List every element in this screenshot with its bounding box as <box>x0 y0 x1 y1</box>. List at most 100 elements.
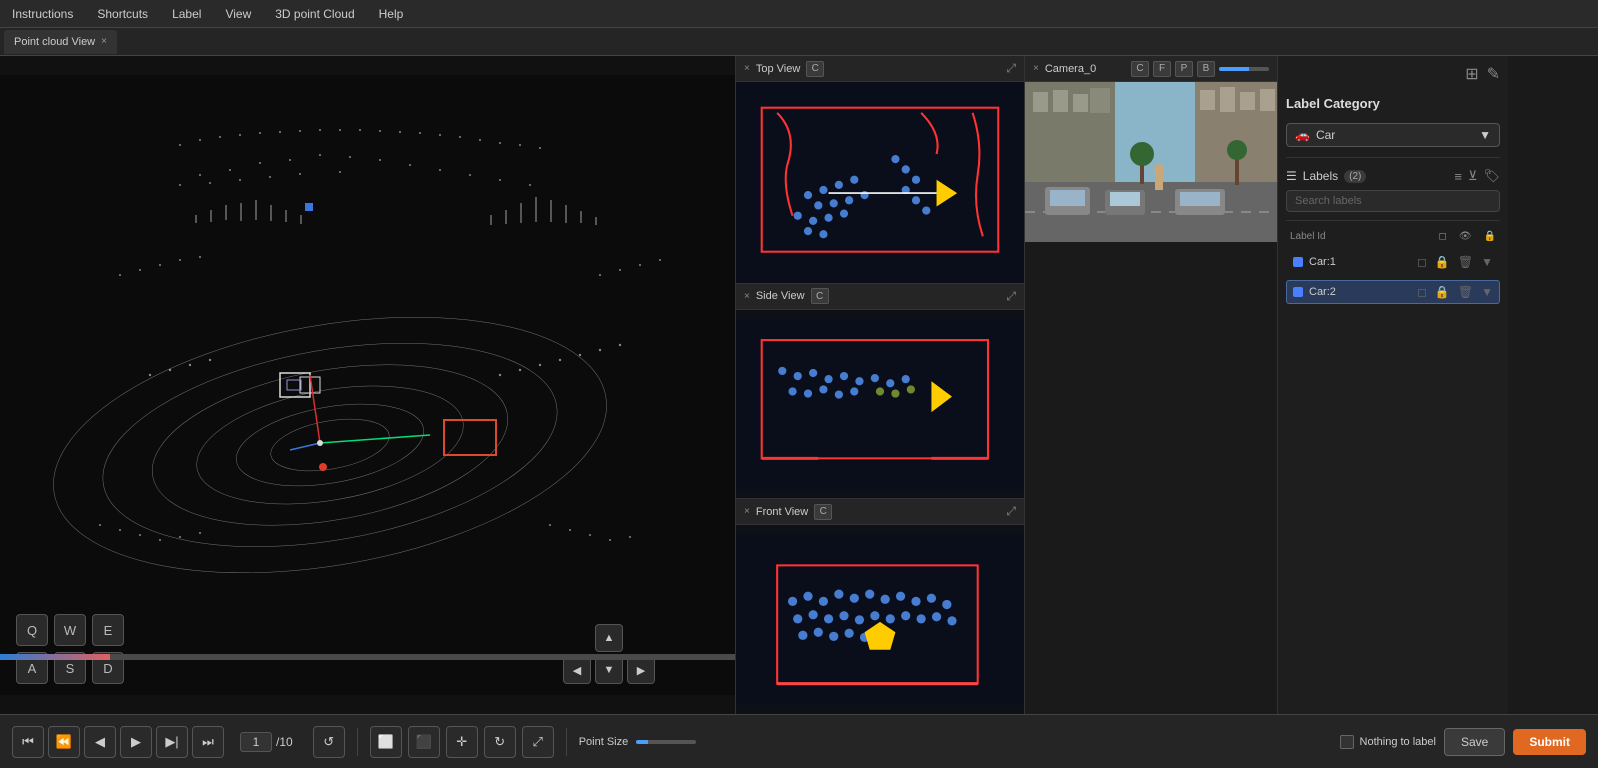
nothing-to-label-checkbox[interactable] <box>1340 735 1354 749</box>
nav-up[interactable]: ▲ <box>595 624 623 652</box>
label-list-header: Label Id ◻ 👁 🔒 <box>1286 229 1500 244</box>
front-view-header: × Front View C ⤢ <box>736 499 1024 525</box>
camera-image <box>1025 82 1277 242</box>
camera-header: × Camera_0 C F P B <box>1025 56 1277 82</box>
tab-close-icon[interactable]: × <box>101 36 107 47</box>
pc-canvas[interactable]: Q W E A S D ▲ ◀ ▼ ▶ <box>0 56 735 714</box>
skip-to-start-button[interactable]: ⏮ <box>12 726 44 758</box>
cam-btn-b[interactable]: B <box>1197 61 1215 77</box>
filter-sort-icon[interactable]: ≡ <box>1454 169 1462 184</box>
submit-button[interactable]: Submit <box>1513 729 1586 755</box>
play-prev-button[interactable]: ⏪ <box>48 726 80 758</box>
sep-2 <box>566 728 567 756</box>
settings-icon[interactable]: ⊞ <box>1465 64 1478 84</box>
main-layout: Q W E A S D ▲ ◀ ▼ ▶ <box>0 56 1598 714</box>
key-w[interactable]: W <box>54 614 86 646</box>
label-car1-hide-icon[interactable]: ◻ <box>1417 255 1427 269</box>
search-labels-input[interactable] <box>1286 190 1500 212</box>
front-view-content[interactable] <box>736 525 1024 714</box>
menu-3d-point-cloud[interactable]: 3D point Cloud <box>271 5 358 23</box>
top-view-content[interactable] <box>736 82 1024 283</box>
camera-brightness-slider[interactable] <box>1219 67 1269 71</box>
top-view-svg <box>736 82 1024 283</box>
panel-header: Label Category <box>1286 96 1500 111</box>
label-car1-delete-icon[interactable]: 🗑 <box>1458 255 1473 269</box>
front-view-badge: C <box>814 504 832 520</box>
point-size-slider[interactable] <box>636 740 696 744</box>
filter-icon[interactable]: ⊻ <box>1468 168 1478 184</box>
label-item-car2[interactable]: Car:2 ◻ 🔒 🗑 ▼ <box>1286 280 1500 304</box>
dropdown-chevron-icon: ▼ <box>1479 128 1491 142</box>
label-car1-lock-icon[interactable]: 🔒 <box>1435 255 1450 269</box>
camera-toolbar: C F P B <box>1131 61 1269 77</box>
play-button[interactable]: ▶ <box>120 726 152 758</box>
tab-bar: Point cloud View × <box>0 28 1598 56</box>
label-car2-lock-icon[interactable]: 🔒 <box>1435 285 1450 299</box>
camera-close[interactable]: × <box>1033 63 1039 74</box>
menu-shortcuts[interactable]: Shortcuts <box>93 5 152 23</box>
nav-right[interactable]: ▶ <box>627 656 655 684</box>
front-view-title: Front View <box>756 506 808 518</box>
camera-title: Camera_0 <box>1045 63 1096 75</box>
cam-btn-p[interactable]: P <box>1175 61 1193 77</box>
point-size-control: Point Size <box>579 736 697 748</box>
key-q[interactable]: Q <box>16 614 48 646</box>
top-view-close[interactable]: × <box>744 63 750 74</box>
tag-icon[interactable]: 🏷 <box>1483 168 1500 184</box>
labels-title-text: Labels <box>1303 169 1338 183</box>
menu-instructions[interactable]: Instructions <box>8 5 77 23</box>
front-view-close[interactable]: × <box>744 506 750 517</box>
label-item-car1[interactable]: Car:1 ◻ 🔒 🗑 ▼ <box>1286 250 1500 274</box>
panel-title: Label Category <box>1286 96 1380 111</box>
top-view-expand[interactable]: ⤢ <box>1006 61 1016 76</box>
list-icon: ☰ <box>1286 169 1297 183</box>
save-button[interactable]: Save <box>1444 728 1505 756</box>
prev-frame-button[interactable]: ◀ <box>84 726 116 758</box>
menu-view[interactable]: View <box>221 5 255 23</box>
front-view-expand[interactable]: ⤢ <box>1006 504 1016 519</box>
cam-btn-c[interactable]: C <box>1131 61 1149 77</box>
front-view-svg <box>736 525 1024 714</box>
hide-all-icon[interactable]: ◻ <box>1439 231 1447 242</box>
side-view-close[interactable]: × <box>744 291 750 302</box>
label-car1-expand-icon[interactable]: ▼ <box>1481 255 1493 269</box>
fullscreen-button[interactable]: ⤢ <box>522 726 554 758</box>
box-tool-button[interactable]: ⬜ <box>370 726 402 758</box>
car-icon: 🚗 <box>1295 128 1310 142</box>
next-frame-button[interactable]: ▶| <box>156 726 188 758</box>
menu-label[interactable]: Label <box>168 5 205 23</box>
label-car2-delete-icon[interactable]: 🗑 <box>1458 285 1473 299</box>
skip-to-end-button[interactable]: ⏭ <box>192 726 224 758</box>
edit-icon[interactable]: ✎ <box>1487 64 1500 84</box>
timeline-progress[interactable] <box>0 654 735 660</box>
frame-total: /10 <box>276 735 293 749</box>
label-color-car1 <box>1293 257 1303 267</box>
top-view-section: × Top View C ⤢ <box>736 56 1024 284</box>
label-id-column-header: Label Id <box>1290 231 1439 242</box>
move-tool-button[interactable]: ✛ <box>446 726 478 758</box>
menu-help[interactable]: Help <box>375 5 408 23</box>
rotate-tool-button[interactable]: ↻ <box>484 726 516 758</box>
cuboid-tool-button[interactable]: ⬛ <box>408 726 440 758</box>
nav-down[interactable]: ▼ <box>595 656 623 684</box>
key-e[interactable]: E <box>92 614 124 646</box>
nav-left[interactable]: ◀ <box>563 656 591 684</box>
tab-point-cloud[interactable]: Point cloud View × <box>4 30 117 54</box>
lock-all-icon[interactable]: 🔒 <box>1484 231 1496 242</box>
cam-btn-f[interactable]: F <box>1153 61 1171 77</box>
label-car2-expand-icon[interactable]: ▼ <box>1481 285 1493 299</box>
label-category-dropdown[interactable]: 🚗 Car ▼ <box>1286 123 1500 147</box>
side-view-title: Side View <box>756 290 805 302</box>
side-view-badge: C <box>811 288 829 304</box>
label-name-car2: Car:2 <box>1309 286 1336 298</box>
tool-group: ⬜ ⬛ ✛ ↻ ⤢ <box>370 726 554 758</box>
frame-current-input[interactable] <box>240 732 272 752</box>
side-view-content[interactable] <box>736 310 1024 499</box>
labels-count: (2) <box>1344 170 1366 183</box>
nothing-to-label-text: Nothing to label <box>1360 736 1436 748</box>
side-view-expand[interactable]: ⤢ <box>1006 289 1016 304</box>
visible-all-icon[interactable]: 👁 <box>1459 231 1472 242</box>
label-car2-hide-icon[interactable]: ◻ <box>1417 285 1427 299</box>
reset-button[interactable]: ↺ <box>313 726 345 758</box>
nothing-to-label-container: Nothing to label <box>1340 735 1436 749</box>
